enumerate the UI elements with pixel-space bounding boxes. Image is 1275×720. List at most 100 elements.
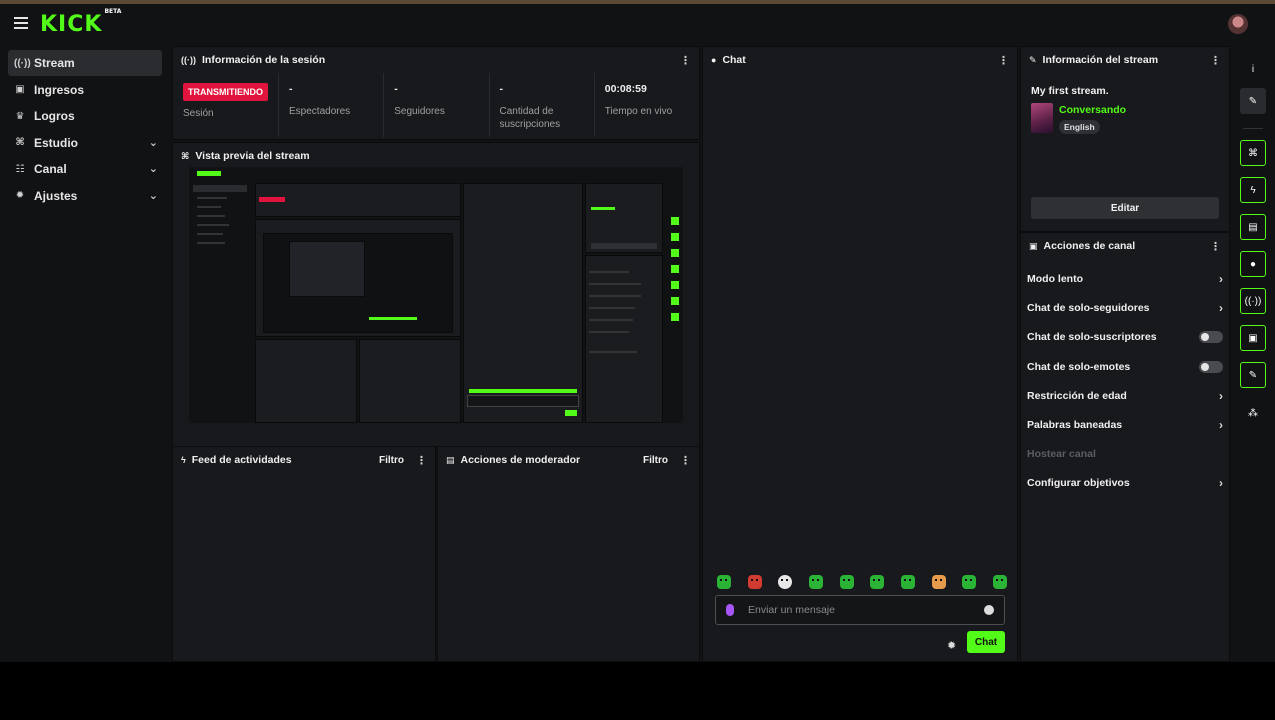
stat-viewers: - Espectadores <box>279 73 385 137</box>
channel-action-label: Chat de solo-seguidores <box>1027 302 1150 315</box>
document-icon[interactable]: ▤ <box>1240 214 1266 240</box>
user-avatar[interactable] <box>1228 14 1248 34</box>
emote-icon[interactable] <box>962 575 977 589</box>
emote-icon[interactable] <box>900 575 915 589</box>
stat-label: Seguidores <box>394 106 445 117</box>
category-link[interactable]: Conversando <box>1059 104 1126 116</box>
chevron-down-icon[interactable]: ⌄ <box>149 162 158 175</box>
rail-divider <box>1243 128 1263 129</box>
stat-value: - <box>394 83 398 95</box>
stat-label: Cantidad de suscripciones <box>499 106 561 130</box>
filter-button[interactable]: Filtro <box>643 455 668 466</box>
kick-logo[interactable]: KICKBETA <box>40 8 121 37</box>
emoji-icon[interactable] <box>984 605 994 615</box>
creator-dashboard: KICKBETA ((·)) Stream ▣ Ingresos ♛ Logros ⌘ Est… <box>0 4 1275 662</box>
chevron-right-icon[interactable]: › <box>1219 272 1223 286</box>
channel-action-row[interactable]: Chat de solo-suscriptores <box>1027 327 1223 347</box>
chevron-right-icon[interactable]: › <box>1219 418 1223 432</box>
emote-icon[interactable] <box>931 575 946 589</box>
more-options-icon[interactable]: ⋮ <box>680 54 691 67</box>
panel-title: Vista previa del stream <box>195 150 310 162</box>
document-icon: ▤ <box>446 454 455 465</box>
toggle-switch[interactable] <box>1199 331 1223 344</box>
microphone-icon[interactable] <box>726 604 734 616</box>
channel-action-row[interactable]: Palabras baneadas › <box>1027 415 1223 435</box>
stat-label: Espectadores <box>289 106 351 117</box>
moderator-icon[interactable]: ▣ <box>1240 325 1266 351</box>
chat-message-box[interactable] <box>715 595 1005 625</box>
edit-stream-button[interactable]: Editar <box>1031 197 1219 219</box>
sidebar-item-ajustes[interactable]: ✹ Ajustes ⌄ <box>8 183 162 209</box>
emote-icon[interactable] <box>870 575 885 589</box>
emote-icon[interactable] <box>747 575 762 589</box>
top-bar: KICKBETA <box>0 4 1275 46</box>
pencil-icon[interactable]: ✎ <box>1240 88 1266 114</box>
sidebar-item-logros[interactable]: ♛ Logros <box>8 103 162 129</box>
broadcast-icon[interactable]: ((·)) <box>1240 288 1266 314</box>
sidebar-item-estudio[interactable]: ⌘ Estudio ⌄ <box>8 130 162 156</box>
channel-action-label: Chat de solo-emotes <box>1027 360 1131 373</box>
sidebar-item-label: Canal <box>34 162 67 176</box>
session-info-panel: ((·)) Información de la sesión ⋮ TRANSMI… <box>172 46 700 140</box>
chevron-right-icon[interactable]: › <box>1219 476 1223 490</box>
more-options-icon[interactable]: ⋮ <box>1210 240 1221 253</box>
info-icon[interactable]: i <box>1240 56 1266 82</box>
channel-action-label: Chat de solo-suscriptores <box>1027 331 1157 344</box>
menu-icon[interactable] <box>14 17 28 29</box>
channel-action-row[interactable]: Chat de solo-emotes <box>1027 357 1223 377</box>
trophy-icon: ♛ <box>15 110 25 122</box>
stat-followers: - Seguidores <box>384 73 490 137</box>
emote-icon[interactable] <box>778 575 793 589</box>
channel-action-row[interactable]: Chat de solo-seguidores › <box>1027 298 1223 318</box>
wrench-icon[interactable]: ✎ <box>1240 362 1266 388</box>
settings-icon: ✹ <box>15 190 25 201</box>
emote-icon[interactable] <box>839 575 854 589</box>
emote-icon[interactable] <box>808 575 823 589</box>
chat-settings-icon[interactable]: ✹ <box>947 639 956 652</box>
chevron-down-icon[interactable]: ⌄ <box>149 136 158 149</box>
channel-action-row: Hostear canal <box>1027 444 1223 464</box>
sidebar-item-label: Ajustes <box>34 188 78 203</box>
more-options-icon[interactable]: ⋮ <box>680 454 691 467</box>
activity-feed-header: ϟ Feed de actividades Filtro ⋮ <box>173 447 435 473</box>
toggle-switch[interactable] <box>1199 360 1223 373</box>
channel-action-row[interactable]: Restricción de edad › <box>1027 386 1223 406</box>
chevron-down-icon[interactable]: ⌄ <box>149 189 158 202</box>
channel-action-label: Hostear canal <box>1027 448 1096 461</box>
emote-bar <box>717 575 1007 589</box>
more-options-icon[interactable]: ⋮ <box>416 454 427 467</box>
stat-value: - <box>289 83 293 95</box>
chat-bubble-icon: ● <box>711 55 717 65</box>
sidebar-item-stream[interactable]: ((·)) Stream <box>8 50 162 76</box>
panel-title: Chat <box>722 54 746 66</box>
sidebar-item-label: Estudio <box>34 135 78 150</box>
studio-icon: ⌘ <box>181 150 190 161</box>
more-options-icon[interactable]: ⋮ <box>998 54 1009 67</box>
channel-action-row[interactable]: Modo lento › <box>1027 269 1223 289</box>
more-options-icon[interactable]: ⋮ <box>1210 54 1221 67</box>
emote-icon[interactable] <box>992 575 1007 589</box>
chat-message-input[interactable] <box>748 604 984 616</box>
filter-button[interactable]: Filtro <box>379 455 404 466</box>
send-chat-button[interactable]: Chat <box>967 631 1005 653</box>
emote-icon[interactable] <box>717 575 731 589</box>
panel-title: Feed de actividades <box>191 454 292 466</box>
sidebar: ((·)) Stream ▣ Ingresos ♛ Logros ⌘ Estudio ⌄ ☷ Can… <box>0 50 168 209</box>
sidebar-item-canal[interactable]: ☷ Canal ⌄ <box>8 156 162 182</box>
channel-action-label: Palabras baneadas <box>1027 419 1123 431</box>
chevron-right-icon[interactable]: › <box>1219 389 1223 403</box>
channel-action-label: Restricción de edad <box>1027 389 1127 402</box>
lightning-icon[interactable]: ϟ <box>1240 177 1266 203</box>
stream-preview-video[interactable] <box>189 167 683 423</box>
session-icon[interactable]: ⌘ <box>1240 140 1266 166</box>
channel-action-row[interactable]: Configurar objetivos › <box>1027 473 1223 493</box>
stream-title: My first stream. <box>1031 85 1109 97</box>
channel-icon: ☷ <box>15 163 25 175</box>
widgets-icon[interactable]: ⁂ <box>1240 400 1266 426</box>
session-stats: TRANSMITIENDO Sesión - Espectadores - Se… <box>173 73 699 137</box>
activity-feed-panel: ϟ Feed de actividades Filtro ⋮ <box>172 446 436 662</box>
panel-title: Información de la sesión <box>202 54 326 66</box>
chevron-right-icon[interactable]: › <box>1219 301 1223 315</box>
sidebar-item-ingresos[interactable]: ▣ Ingresos <box>8 77 162 103</box>
chat-bubble-icon[interactable]: ● <box>1240 251 1266 277</box>
